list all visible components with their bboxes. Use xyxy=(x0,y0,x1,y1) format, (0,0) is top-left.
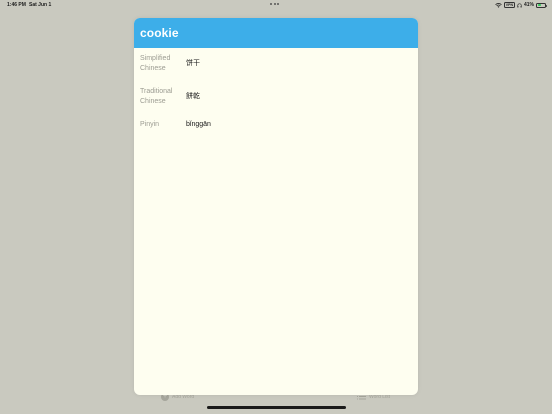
word-title: cookie xyxy=(140,26,179,40)
wifi-icon xyxy=(495,2,502,8)
pinyin-value: bǐnggān xyxy=(186,121,211,128)
multitasking-menu-icon[interactable] xyxy=(270,3,279,5)
traditional-chinese-value: 餅乾 xyxy=(186,93,200,100)
battery-percent: 41% xyxy=(523,2,534,8)
status-date: Sat Jun 1 xyxy=(29,2,52,8)
status-bar: 1:46 PM Sat Jun 1 VPN 41% xyxy=(0,0,552,10)
simplified-chinese-value: 饼干 xyxy=(186,60,200,67)
status-time: 1:46 PM xyxy=(7,2,26,8)
traditional-chinese-label: Traditional Chinese xyxy=(140,88,173,105)
status-indicators: VPN 41% xyxy=(495,1,547,9)
battery-icon xyxy=(536,2,547,8)
home-indicator[interactable] xyxy=(207,406,346,409)
headphones-icon xyxy=(517,3,522,8)
battery-fill xyxy=(537,4,541,6)
simplified-chinese-label: Simplified Chinese xyxy=(140,55,171,72)
modal-header: cookie xyxy=(134,18,418,48)
vpn-badge: VPN xyxy=(503,2,515,8)
pinyin-label: Pinyin xyxy=(140,121,160,128)
word-detail-modal: cookie Simplified Chinese 饼干 Traditional… xyxy=(134,18,418,395)
